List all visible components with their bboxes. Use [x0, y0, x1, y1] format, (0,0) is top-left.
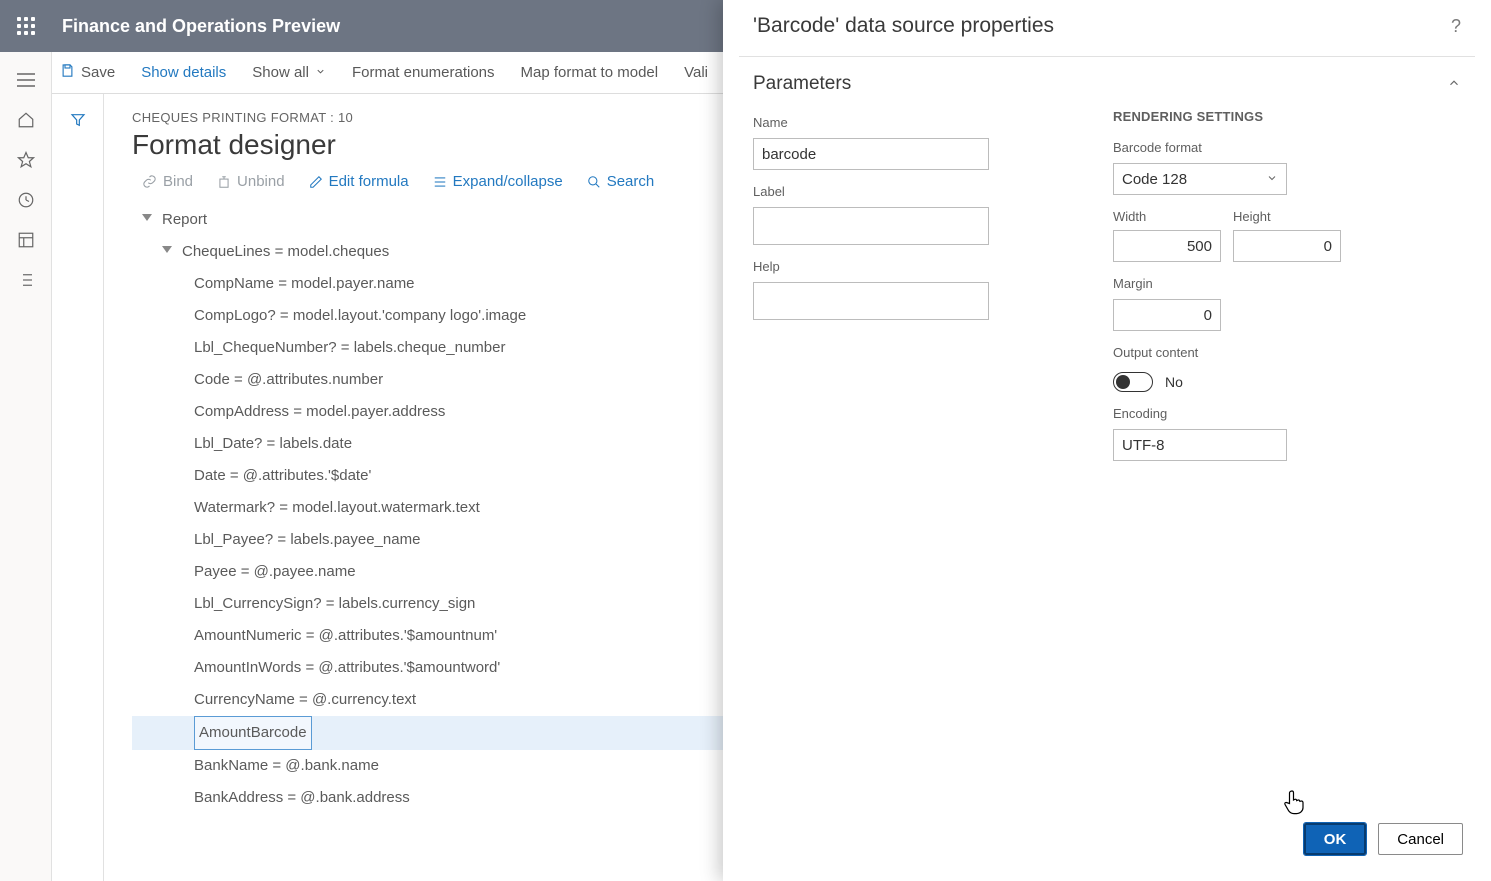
- width-label: Width: [1113, 209, 1221, 224]
- caret-down-icon: [142, 214, 154, 226]
- tree-label: Watermark? = model.layout.watermark.text: [194, 492, 480, 524]
- tree-label: Code = @.attributes.number: [194, 364, 383, 396]
- tree-label: AmountBarcode: [194, 716, 312, 750]
- tree-label: Payee = @.payee.name: [194, 556, 356, 588]
- bind-button[interactable]: Bind: [142, 173, 193, 190]
- parameters-section-header[interactable]: Parameters: [723, 57, 1491, 99]
- tree-label: AmountNumeric = @.attributes.'$amountnum…: [194, 620, 497, 652]
- output-content-toggle[interactable]: [1113, 372, 1153, 392]
- label-label: Label: [753, 184, 1053, 199]
- tree-label: AmountInWords = @.attributes.'$amountwor…: [194, 652, 500, 684]
- height-label: Height: [1233, 209, 1341, 224]
- save-icon: [60, 63, 75, 82]
- tree-label: Date = @.attributes.'$date': [194, 460, 371, 492]
- waffle-menu-button[interactable]: [0, 0, 52, 52]
- tree-label: CompLogo? = model.layout.'company logo'.…: [194, 300, 526, 332]
- properties-panel: 'Barcode' data source properties ? Param…: [723, 0, 1491, 881]
- rendering-settings-label: RENDERING SETTINGS: [1113, 109, 1413, 124]
- chevron-down-icon: [1266, 171, 1278, 188]
- panel-title: 'Barcode' data source properties: [753, 14, 1054, 38]
- star-icon[interactable]: [16, 150, 36, 170]
- unbind-button[interactable]: Unbind: [217, 173, 285, 190]
- caret-down-icon: [162, 246, 174, 258]
- name-field[interactable]: [753, 138, 989, 170]
- tree-label: Lbl_ChequeNumber? = labels.cheque_number: [194, 332, 505, 364]
- left-rail: [0, 52, 52, 881]
- workspace-icon[interactable]: [16, 230, 36, 250]
- height-field[interactable]: [1233, 230, 1341, 262]
- right-form-column: RENDERING SETTINGS Barcode format Code 1…: [1113, 109, 1413, 461]
- margin-field[interactable]: [1113, 299, 1221, 331]
- ok-button[interactable]: OK: [1304, 823, 1367, 855]
- save-button[interactable]: Save: [60, 63, 115, 82]
- chevron-down-icon: [315, 64, 326, 81]
- barcode-format-select[interactable]: Code 128: [1113, 163, 1287, 195]
- help-label: Help: [753, 259, 1053, 274]
- output-content-label: Output content: [1113, 345, 1413, 360]
- app-title: Finance and Operations Preview: [62, 16, 340, 37]
- filter-icon[interactable]: [70, 112, 86, 881]
- encoding-label: Encoding: [1113, 406, 1413, 421]
- tree-label: Lbl_Payee? = labels.payee_name: [194, 524, 420, 556]
- barcode-format-label: Barcode format: [1113, 140, 1413, 155]
- tree-label: Report: [162, 204, 207, 236]
- map-format-button[interactable]: Map format to model: [521, 64, 659, 81]
- tree-label: ChequeLines = model.cheques: [182, 236, 389, 268]
- help-field[interactable]: [753, 282, 989, 320]
- hamburger-button[interactable]: [16, 70, 36, 90]
- label-field[interactable]: [753, 207, 989, 245]
- width-field[interactable]: [1113, 230, 1221, 262]
- waffle-icon: [17, 17, 35, 35]
- panel-header: 'Barcode' data source properties ?: [723, 0, 1491, 48]
- show-all-dropdown[interactable]: Show all: [252, 64, 326, 81]
- tree-label: CompAddress = model.payer.address: [194, 396, 445, 428]
- name-label: Name: [753, 115, 1053, 130]
- chevron-up-icon: [1447, 76, 1461, 93]
- clock-icon[interactable]: [16, 190, 36, 210]
- left-form-column: Name Label Help: [753, 109, 1053, 461]
- validate-button[interactable]: Vali: [684, 64, 708, 81]
- format-enumerations-button[interactable]: Format enumerations: [352, 64, 495, 81]
- edit-formula-button[interactable]: Edit formula: [309, 173, 409, 190]
- expand-collapse-button[interactable]: Expand/collapse: [433, 173, 563, 190]
- show-details-button[interactable]: Show details: [141, 64, 226, 81]
- tree-label: CurrencyName = @.currency.text: [194, 684, 416, 716]
- tree-label: Lbl_CurrencySign? = labels.currency_sign: [194, 588, 475, 620]
- tree-label: BankName = @.bank.name: [194, 750, 379, 782]
- home-icon[interactable]: [16, 110, 36, 130]
- panel-footer: OK Cancel: [723, 805, 1491, 881]
- tree-label: CompName = model.payer.name: [194, 268, 415, 300]
- encoding-field[interactable]: [1113, 429, 1287, 461]
- filter-column: [52, 94, 104, 881]
- tree-label: BankAddress = @.bank.address: [194, 782, 410, 814]
- modules-icon[interactable]: [16, 270, 36, 290]
- help-icon[interactable]: ?: [1451, 16, 1461, 37]
- output-content-value: No: [1165, 374, 1183, 390]
- parameters-form: Name Label Help RENDERING SETTINGS Barco…: [723, 99, 1491, 471]
- margin-label: Margin: [1113, 276, 1413, 291]
- cancel-button[interactable]: Cancel: [1378, 823, 1463, 855]
- search-button[interactable]: Search: [587, 173, 655, 190]
- tree-label: Lbl_Date? = labels.date: [194, 428, 352, 460]
